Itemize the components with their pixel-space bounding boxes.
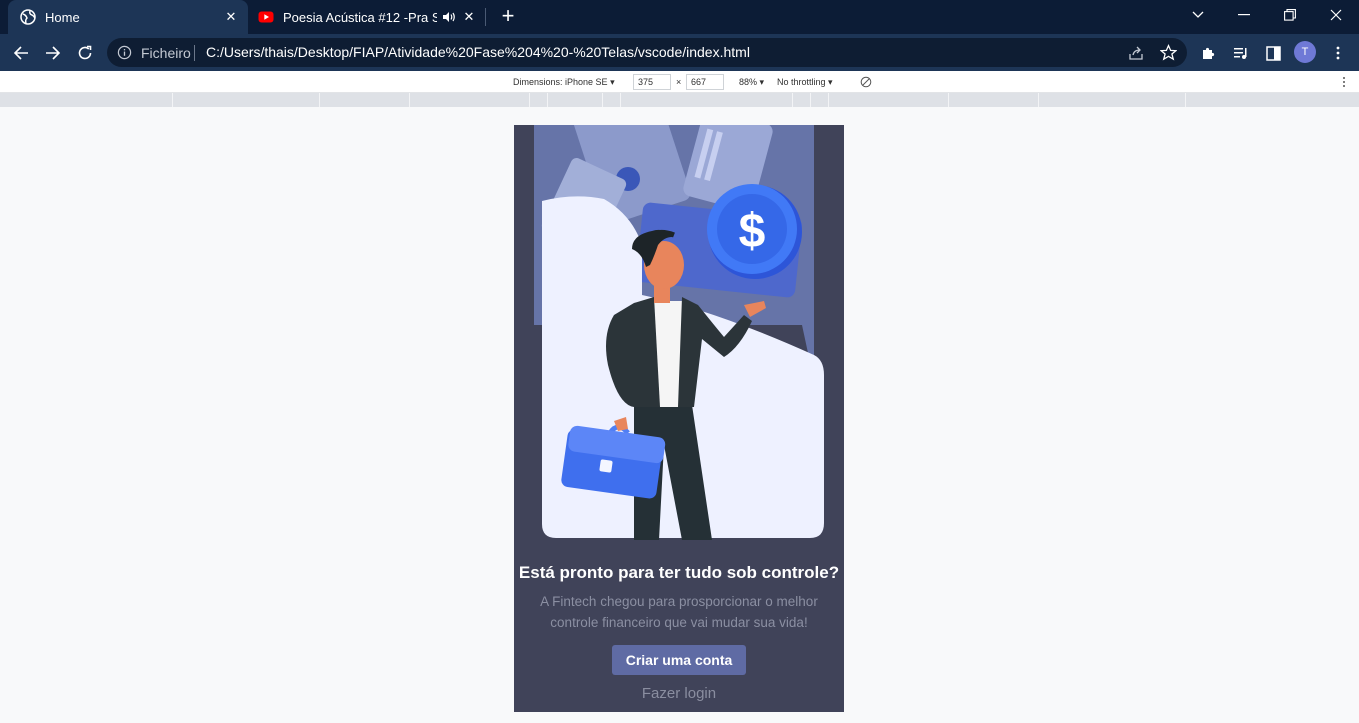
throttling-label: No throttling xyxy=(777,77,826,87)
tab-search-button[interactable] xyxy=(1175,0,1221,30)
puzzle-icon xyxy=(1203,47,1215,59)
arrow-right-icon xyxy=(46,46,61,60)
height-input[interactable]: 667 xyxy=(686,74,724,90)
globe-icon xyxy=(20,9,36,25)
info-icon[interactable] xyxy=(117,45,132,60)
more-vert-icon xyxy=(1336,46,1340,60)
new-tab-button[interactable]: + xyxy=(497,5,519,28)
address-bar[interactable]: Ficheiro C:/Users/thais/Desktop/FIAP/Ati… xyxy=(107,38,1187,67)
page-title: Está pronto para ter tudo sob controle? xyxy=(518,563,840,582)
extensions-button[interactable] xyxy=(1198,42,1220,64)
close-window-button[interactable] xyxy=(1313,0,1359,30)
tab-home[interactable]: Home ✕ xyxy=(8,0,248,34)
reload-icon xyxy=(78,45,92,60)
tab-strip: Home ✕ Poesia Acústica #12 -Pra Sem ✕ + xyxy=(0,0,1359,34)
playlist-icon xyxy=(1233,48,1246,59)
tab-youtube[interactable]: Poesia Acústica #12 -Pra Sem ✕ xyxy=(248,0,486,34)
width-input[interactable]: 375 xyxy=(633,74,671,90)
zoom-selector[interactable]: 88% ▾ xyxy=(739,77,764,88)
url-text[interactable]: C:/Users/thais/Desktop/FIAP/Atividade%20… xyxy=(206,44,750,60)
login-link[interactable]: Fazer login xyxy=(514,685,844,702)
device-toolbar: Dimensions: iPhone SE ▾ 375 × 667 88% ▾ … xyxy=(0,71,1359,93)
tab-title: Home xyxy=(45,9,80,25)
minimize-button[interactable] xyxy=(1221,0,1267,30)
minimize-icon xyxy=(1238,14,1250,16)
restore-icon xyxy=(1284,9,1296,21)
restore-button[interactable] xyxy=(1267,0,1313,30)
reload-button[interactable] xyxy=(74,42,96,64)
throttling-selector[interactable]: No throttling ▾ xyxy=(777,77,833,88)
device-label: Dimensions: iPhone SE xyxy=(513,77,608,87)
zoom-label: 88% xyxy=(739,77,758,87)
times-sign: × xyxy=(676,77,682,87)
profile-avatar[interactable]: T xyxy=(1294,41,1316,63)
tab-title: Poesia Acústica #12 -Pra Sem xyxy=(283,9,437,25)
page-description: A Fintech chegou para prosporcionar o me… xyxy=(540,594,818,630)
youtube-icon xyxy=(258,11,274,23)
back-button[interactable] xyxy=(10,42,32,64)
create-account-button[interactable]: Criar uma conta xyxy=(612,645,746,675)
address-separator xyxy=(194,45,195,61)
share-icon[interactable] xyxy=(1128,45,1144,61)
forward-button[interactable] xyxy=(42,42,64,64)
menu-button[interactable] xyxy=(1327,42,1349,64)
more-vert-icon[interactable] xyxy=(1342,76,1346,88)
close-icon xyxy=(1330,9,1342,21)
hero-illustration: $ xyxy=(534,125,824,540)
side-panel-button[interactable] xyxy=(1262,42,1284,64)
side-panel-icon xyxy=(1265,45,1281,61)
chevron-down-icon xyxy=(1192,11,1204,18)
close-tab-icon[interactable]: ✕ xyxy=(460,8,478,26)
browser-toolbar: Ficheiro C:/Users/thais/Desktop/FIAP/Ati… xyxy=(0,34,1359,71)
svg-text:$: $ xyxy=(739,205,766,258)
phone-viewport: $ Está pronto para ter tudo sob controle… xyxy=(514,125,844,712)
media-query-ruler[interactable] xyxy=(0,93,1359,107)
media-control-button[interactable] xyxy=(1230,42,1252,64)
tab-separator xyxy=(485,8,486,26)
close-tab-icon[interactable]: ✕ xyxy=(222,8,240,26)
device-selector[interactable]: Dimensions: iPhone SE ▾ xyxy=(513,77,615,88)
scheme-label: Ficheiro xyxy=(141,45,191,61)
star-icon[interactable] xyxy=(1160,44,1177,61)
rotate-icon[interactable] xyxy=(860,76,872,88)
speaker-icon[interactable] xyxy=(442,9,456,25)
arrow-left-icon xyxy=(13,46,28,60)
